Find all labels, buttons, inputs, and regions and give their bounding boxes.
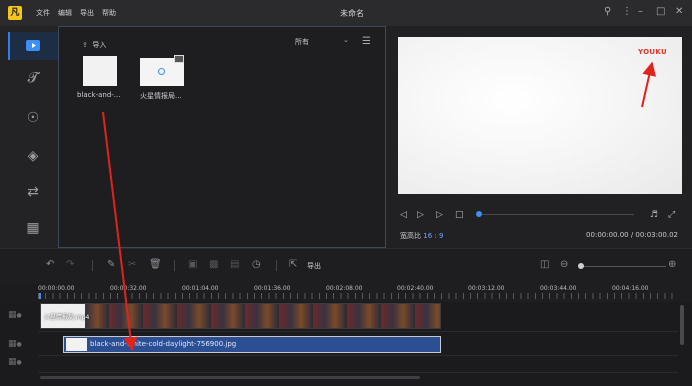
- menu-help[interactable]: 帮助: [102, 8, 116, 18]
- delete-icon[interactable]: 🗑: [149, 259, 162, 270]
- ruler-label: 00:02:40.00: [397, 285, 434, 292]
- video-track-icon[interactable]: ▦●: [8, 310, 36, 336]
- playhead[interactable]: [39, 293, 41, 299]
- ruler-label: 00:00:00.00: [38, 285, 75, 292]
- video-clip-label: 火星情报局.mp4: [44, 314, 90, 321]
- video-badge-icon: [174, 55, 184, 63]
- toolbar-divider: [92, 260, 93, 271]
- film-icon[interactable]: ▦: [4, 220, 62, 236]
- aspect-ratio[interactable]: 宽高比 16 : 9: [400, 231, 443, 241]
- undo-icon[interactable]: ↶: [46, 259, 54, 270]
- track-divider: [38, 331, 678, 332]
- media-item-label: black-and-...: [77, 91, 121, 99]
- media-item-label: 火星情报局...: [140, 92, 182, 100]
- transition-icon[interactable]: ⇄: [4, 184, 62, 200]
- minimize-icon[interactable]: –: [638, 6, 643, 18]
- close-icon[interactable]: ✕: [675, 6, 683, 18]
- menu-export[interactable]: 导出: [80, 8, 94, 18]
- filter-select[interactable]: 所有 ⌄: [295, 36, 355, 51]
- more-icon[interactable]: ⋮: [622, 6, 632, 18]
- app-logo: 凡: [8, 6, 22, 20]
- image-clip-label: black-and-white-cold-daylight-756900.jpg: [90, 340, 237, 348]
- toolbar-divider: [276, 260, 277, 271]
- ruler-label: 00:04:16.00: [612, 285, 649, 292]
- ruler-label: 00:01:36.00: [254, 285, 291, 292]
- import-button[interactable]: ⇪ 导入: [82, 40, 106, 50]
- menu-edit[interactable]: 编辑: [58, 8, 72, 18]
- image-clip-thumb: [66, 338, 87, 351]
- zoom-slider[interactable]: [580, 266, 666, 267]
- list-view-icon[interactable]: ☰: [362, 36, 371, 47]
- text-icon[interactable]: 𝓣: [4, 70, 62, 86]
- aspect-value: 16 : 9: [423, 232, 444, 240]
- media-thumb-image[interactable]: [83, 56, 117, 86]
- media-thumb-video[interactable]: [140, 55, 184, 86]
- maximize-icon[interactable]: □: [656, 6, 665, 18]
- next-frame-icon[interactable]: ▷: [436, 210, 443, 220]
- prev-frame-icon[interactable]: ◁: [400, 210, 407, 220]
- ruler-label: 00:03:44.00: [540, 285, 577, 292]
- clock-icon[interactable]: ◷: [252, 259, 261, 270]
- export-button[interactable]: 导出: [307, 261, 321, 271]
- export-icon[interactable]: ⇱: [289, 259, 297, 270]
- media-icon: [26, 40, 40, 51]
- pen-icon[interactable]: ✎: [107, 259, 115, 270]
- menu-file[interactable]: 文件: [36, 8, 50, 18]
- filter-value: 所有: [295, 38, 309, 46]
- import-label: 导入: [92, 41, 107, 49]
- track-divider: [38, 372, 678, 373]
- fullscreen-icon[interactable]: ⤢: [668, 210, 675, 220]
- mosaic-icon[interactable]: ▩: [209, 259, 218, 270]
- extra-track-icon[interactable]: ▦●: [8, 357, 36, 383]
- import-icon: ⇪: [82, 41, 88, 49]
- window-title: 未命名: [340, 9, 364, 18]
- crop-icon[interactable]: ▣: [188, 259, 197, 270]
- fit-timeline-icon[interactable]: ◫: [540, 259, 549, 270]
- track-divider: [38, 355, 678, 356]
- horizontal-scrollbar[interactable]: [40, 376, 420, 379]
- zoom-out-icon[interactable]: ⊖: [560, 259, 568, 270]
- timecode: 00:00:00.00 / 00:03:00.02: [586, 231, 678, 239]
- volume-icon[interactable]: ♬: [650, 210, 658, 220]
- overlay-icon[interactable]: ◈: [4, 148, 62, 164]
- ruler-label: 00:03:12.00: [468, 285, 505, 292]
- chevron-down-icon: ⌄: [343, 36, 349, 44]
- cut-icon[interactable]: ✂: [128, 259, 136, 270]
- image-clip[interactable]: black-and-white-cold-daylight-756900.jpg: [63, 336, 441, 353]
- user-icon[interactable]: ⚲: [604, 6, 611, 18]
- video-logo-icon: [158, 68, 165, 75]
- filter-icon[interactable]: ☉: [4, 110, 62, 126]
- aspect-label: 宽高比: [400, 232, 421, 240]
- toolbar-divider: [174, 260, 175, 271]
- preview-screen: [398, 37, 682, 194]
- ruler-label: 00:00:32.00: [110, 285, 147, 292]
- zoom-knob[interactable]: [578, 263, 584, 269]
- ruler-label: 00:01:04.00: [182, 285, 219, 292]
- freeze-icon[interactable]: ▤: [230, 259, 239, 270]
- progress-knob[interactable]: [476, 211, 482, 217]
- stop-icon[interactable]: □: [455, 210, 464, 220]
- play-icon[interactable]: ▷: [417, 210, 424, 220]
- ruler-label: 00:02:08.00: [326, 285, 363, 292]
- progress-track[interactable]: [476, 214, 634, 215]
- vertical-scrollbar[interactable]: [680, 305, 684, 345]
- redo-icon[interactable]: ↷: [66, 259, 74, 270]
- video-clip[interactable]: 火星情报局.mp4: [40, 303, 441, 329]
- youku-watermark: YOUKU: [638, 48, 667, 56]
- zoom-in-icon[interactable]: ⊕: [668, 259, 676, 270]
- ruler-ticks: [38, 293, 678, 299]
